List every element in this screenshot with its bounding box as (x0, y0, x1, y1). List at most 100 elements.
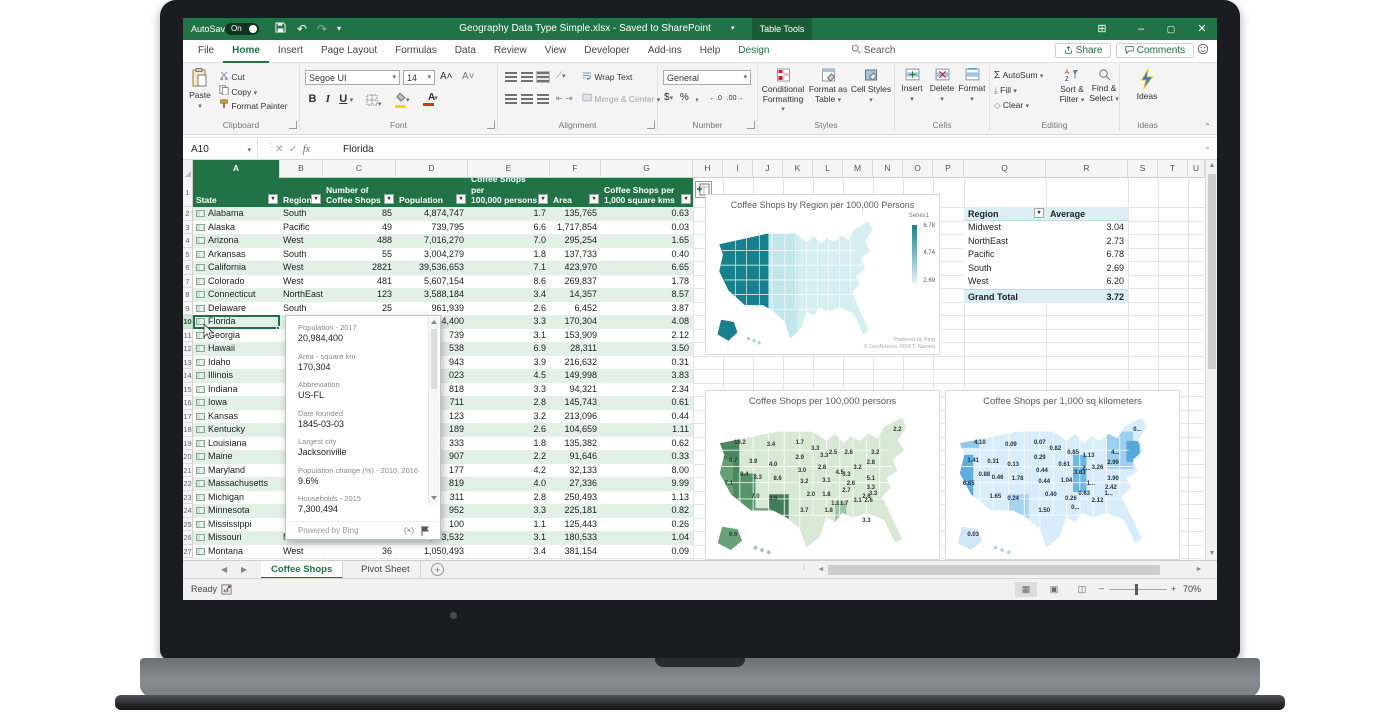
paste-button[interactable]: Paste▾ (186, 68, 214, 111)
save-icon[interactable] (275, 18, 286, 40)
sheet-tab-pivot-sheet[interactable]: Pivot Sheet (351, 561, 421, 579)
table-cell[interactable]: 1.8 (468, 437, 550, 451)
table-cell[interactable]: 85 (323, 207, 396, 221)
row-header-9[interactable]: 9 (183, 302, 193, 316)
table-cell[interactable]: 7,016,270 (396, 234, 468, 248)
table-cell[interactable]: 225,181 (550, 504, 601, 518)
align-bottom-button[interactable] (537, 72, 549, 82)
table-cell[interactable]: Missouri (193, 531, 280, 545)
column-header-P[interactable]: P (933, 160, 964, 178)
table-cell[interactable]: 9.99 (601, 477, 693, 491)
font-dialog-launcher[interactable] (487, 121, 495, 129)
table-cell[interactable]: 7.1 (468, 261, 550, 275)
minimize-button[interactable]: – (1127, 18, 1155, 40)
table-cell[interactable]: Iowa (193, 396, 280, 410)
table-cell[interactable]: 3,588,184 (396, 288, 468, 302)
table-cell[interactable]: Delaware (193, 302, 280, 316)
table-cell[interactable]: 3.4 (468, 545, 550, 559)
clipboard-dialog-launcher[interactable] (289, 121, 297, 129)
ribbon-tab-formulas[interactable]: Formulas (386, 40, 446, 63)
format-cells-button[interactable]: Format▾ (957, 68, 987, 104)
wrap-text-button[interactable]: Wrap Text (582, 71, 632, 82)
close-button[interactable]: ✕ (1188, 18, 1216, 40)
table-cell[interactable]: 7.0 (468, 234, 550, 248)
column-header-N[interactable]: N (873, 160, 903, 178)
column-header-M[interactable]: M (843, 160, 873, 178)
column-header-O[interactable]: O (903, 160, 933, 178)
ribbon-tab-review[interactable]: Review (485, 40, 536, 63)
table-cell[interactable]: 123 (323, 288, 396, 302)
pivot-cell[interactable]: Pacific (964, 248, 1046, 262)
ribbon-tab-developer[interactable]: Developer (575, 40, 639, 63)
share-button[interactable]: Share (1055, 40, 1111, 63)
table-cell[interactable]: Alabama (193, 207, 280, 221)
pivot-cell[interactable]: 2.73 (1046, 235, 1128, 249)
table-cell[interactable]: 739,795 (396, 221, 468, 235)
chart-persons-map[interactable]: Coffee Shops per 100,000 persons (705, 390, 940, 560)
name-box[interactable]: A10▾ (183, 139, 258, 160)
table-cell[interactable]: 2.6 (468, 302, 550, 316)
table-cell[interactable]: 1.7 (468, 207, 550, 221)
number-dialog-launcher[interactable] (747, 121, 755, 129)
column-header-E[interactable]: E (468, 160, 550, 178)
row-header-21[interactable]: 21 (183, 464, 193, 478)
borders-button[interactable]: ▾ (366, 94, 382, 108)
italic-button[interactable]: I (321, 93, 334, 105)
row-header-15[interactable]: 15 (183, 383, 193, 397)
table-cell[interactable]: 961,939 (396, 302, 468, 316)
table-tools-tab[interactable]: Table Tools (752, 18, 812, 40)
pivot-header-region[interactable]: Region▾ (964, 207, 1046, 221)
table-cell[interactable]: 6.9 (468, 342, 550, 356)
grid-area[interactable]: 1234567891011121314151617181920212223242… (183, 178, 1205, 560)
column-header-F[interactable]: F (550, 160, 601, 178)
table-cell[interactable]: Louisiana (193, 437, 280, 451)
table-cell[interactable]: 0.03 (601, 221, 693, 235)
column-header-D[interactable]: D (396, 160, 468, 178)
table-cell[interactable]: 8.00 (601, 464, 693, 478)
card-flag-icon[interactable] (421, 526, 430, 536)
table-cell[interactable]: 180,533 (550, 531, 601, 545)
ribbon-tab-help[interactable]: Help (691, 40, 730, 63)
chart-area-map[interactable]: Coffee Shops per 1,000 sq kilometers (945, 390, 1180, 560)
table-cell[interactable]: Minnesota (193, 504, 280, 518)
align-middle-button[interactable] (521, 72, 533, 82)
number-format-select[interactable]: General▾ (663, 70, 751, 85)
insert-cells-button[interactable]: Insert▾ (897, 68, 927, 104)
filter-icon[interactable]: ▾ (681, 194, 691, 204)
macro-record-icon[interactable] (221, 584, 232, 595)
align-right-button[interactable] (537, 94, 549, 104)
bold-button[interactable]: B (306, 93, 319, 105)
table-cell[interactable]: 170,304 (550, 315, 601, 329)
row-header-6[interactable]: 6 (183, 261, 193, 275)
table-column-header[interactable]: Region▾ (280, 178, 323, 207)
row-header-14[interactable]: 14 (183, 369, 193, 383)
pivot-cell[interactable]: 3.04 (1046, 221, 1128, 235)
table-cell[interactable]: 0.31 (601, 356, 693, 370)
table-cell[interactable]: 423,970 (550, 261, 601, 275)
table-cell[interactable]: Hawaii (193, 342, 280, 356)
filter-icon[interactable]: ▾ (589, 194, 599, 204)
comma-button[interactable]: , (696, 92, 699, 103)
column-header-H[interactable]: H (693, 160, 723, 178)
table-cell[interactable]: 5,607,154 (396, 275, 468, 289)
table-cell[interactable]: 135,765 (550, 207, 601, 221)
card-feedback-icon[interactable]: (×) (404, 522, 414, 540)
table-cell[interactable]: Kansas (193, 410, 280, 424)
column-header-B[interactable]: B (280, 160, 323, 178)
pivot-cell[interactable]: 6.20 (1046, 275, 1128, 289)
conditional-formatting-button[interactable]: Conditional Formatting ▾ (760, 68, 806, 114)
select-all-corner[interactable] (183, 160, 193, 178)
row-header-17[interactable]: 17 (183, 410, 193, 424)
table-cell[interactable]: 2.8 (468, 491, 550, 505)
table-cell[interactable]: 0.09 (601, 545, 693, 559)
row-header-12[interactable]: 12 (183, 342, 193, 356)
table-cell[interactable]: 4.08 (601, 315, 693, 329)
table-cell[interactable]: West (280, 545, 323, 559)
table-cell[interactable]: 8.57 (601, 288, 693, 302)
table-cell[interactable]: 0.63 (601, 207, 693, 221)
row-header-26[interactable]: 26 (183, 531, 193, 545)
autosave-toggle[interactable]: On (225, 23, 259, 35)
table-cell[interactable]: 1,717,854 (550, 221, 601, 235)
table-cell[interactable]: 137,733 (550, 248, 601, 262)
align-left-button[interactable] (505, 94, 517, 104)
